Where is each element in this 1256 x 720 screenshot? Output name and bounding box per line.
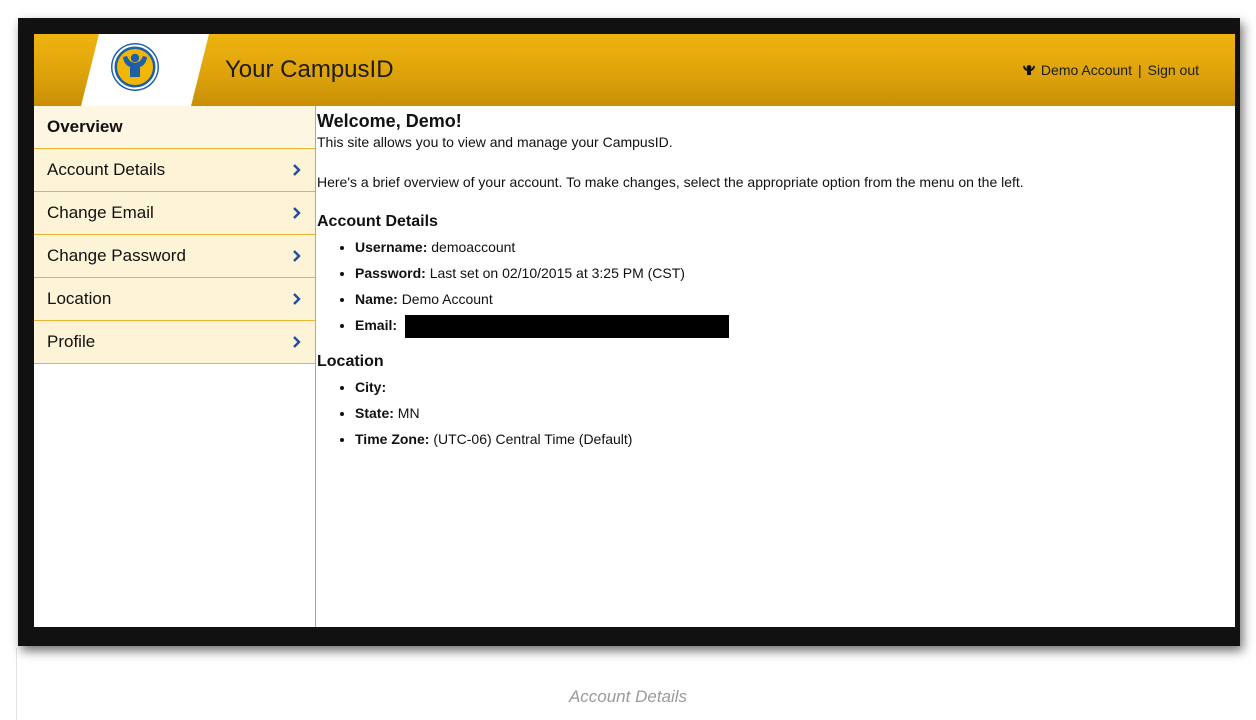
name-label: Name: [355, 291, 398, 307]
sidebar-item-overview[interactable]: Overview [34, 106, 315, 149]
location-heading: Location [317, 353, 384, 370]
sidebar-item-change-email[interactable]: Change Email [34, 192, 315, 235]
password-label: Password: [355, 265, 426, 281]
welcome-heading: Welcome, Demo! [317, 111, 462, 131]
email-label: Email: [355, 317, 398, 333]
email-redaction-bar [404, 314, 729, 338]
app-title: Your CampusID [225, 56, 394, 83]
chevron-right-icon [293, 336, 301, 348]
overview-text: Here's a brief overview of your account.… [317, 174, 1024, 190]
campusid-logo-icon [111, 43, 159, 91]
sidebar-item-label: Account Details [47, 160, 166, 179]
chevron-right-icon [293, 207, 301, 219]
password-value: Last set on 02/10/2015 at 3:25 PM (CST) [429, 265, 685, 281]
location-list: City: State: MN Time Zone: (UTC-06) Cent… [317, 374, 1177, 452]
list-item-username: Username: demoaccount [355, 234, 1177, 260]
username-label: Username: [355, 239, 428, 255]
user-account-icon [1022, 65, 1035, 75]
sidebar-item-label: Overview [47, 117, 123, 136]
list-item-city: City: [355, 374, 1177, 400]
header-separator: | [1137, 62, 1142, 78]
username-value: demoaccount [431, 239, 516, 255]
main-content: Welcome, Demo! This site allows you to v… [317, 110, 1177, 452]
sidebar-item-profile[interactable]: Profile [34, 321, 315, 364]
list-item-password: Password: Last set on 02/10/2015 at 3:25… [355, 260, 1177, 286]
list-item-timezone: Time Zone: (UTC-06) Central Time (Defaul… [355, 426, 1177, 452]
account-details-heading: Account Details [317, 213, 438, 230]
figure-caption: Account Details [568, 687, 688, 706]
account-details-list: Username: demoaccount Password: Last set… [317, 234, 1177, 338]
sidebar-item-account-details[interactable]: Account Details [34, 149, 315, 192]
intro-text: This site allows you to view and manage … [317, 134, 673, 150]
chevron-right-icon [293, 250, 301, 262]
state-value: MN [397, 405, 420, 421]
sidebar-item-change-password[interactable]: Change Password [34, 235, 315, 278]
page-left-rule [16, 648, 17, 720]
timezone-label: Time Zone: [355, 431, 430, 447]
sidebar-item-label: Change Email [47, 203, 154, 222]
chevron-right-icon [293, 293, 301, 305]
name-value: Demo Account [401, 291, 493, 307]
chevron-right-icon [293, 164, 301, 176]
list-item-email: Email: [355, 312, 1177, 338]
sidebar-item-location[interactable]: Location [34, 278, 315, 321]
state-label: State: [355, 405, 394, 421]
header-user-links: Demo Account | Sign out [1022, 61, 1199, 79]
sidebar-nav: Overview Account Details Change Email Ch… [34, 106, 316, 627]
sidebar-item-label: Profile [47, 332, 96, 351]
city-label: City: [355, 379, 387, 395]
list-item-state: State: MN [355, 400, 1177, 426]
app-header: Your CampusID Demo Account | Sign out [34, 34, 1235, 106]
timezone-value: (UTC-06) Central Time (Default) [433, 431, 633, 447]
sign-out-link[interactable]: Sign out [1148, 61, 1199, 79]
list-item-name: Name: Demo Account [355, 286, 1177, 312]
sidebar-item-label: Change Password [47, 246, 186, 265]
sidebar-item-label: Location [47, 289, 112, 308]
account-name-link[interactable]: Demo Account [1041, 61, 1132, 79]
